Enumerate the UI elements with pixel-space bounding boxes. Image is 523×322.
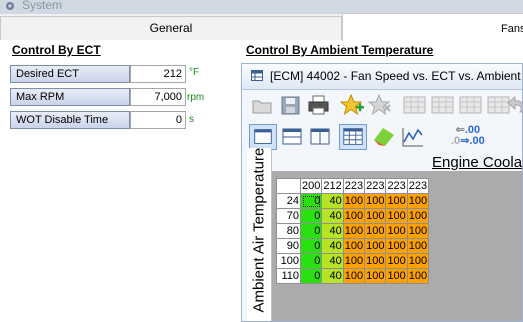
wot-disable-time-field[interactable]: 0 xyxy=(130,111,186,129)
desired-ect-field[interactable]: 212 xyxy=(130,65,186,83)
table-cell[interactable]: 100 xyxy=(364,268,387,284)
window-title: System xyxy=(22,0,63,12)
fan-speed-table: 200 212 223 223 223 223 24 0 40 100 100 … xyxy=(276,178,430,284)
max-rpm-unit: rpm xyxy=(187,92,205,103)
table-row: 80 0 40 100 100 100 100 xyxy=(276,223,430,239)
table-icon xyxy=(251,70,263,81)
table-cell[interactable]: 100 xyxy=(406,238,430,254)
table-cell[interactable]: 100 xyxy=(342,208,366,224)
table-cell[interactable]: 100 xyxy=(385,193,408,209)
favorite-add-icon[interactable] xyxy=(340,93,365,117)
x-axis-title: Engine Coolant Temperature xyxy=(432,154,523,171)
wot-disable-time-label: WOT Disable Time xyxy=(10,111,130,129)
table-corner xyxy=(276,178,301,194)
table-cell[interactable]: 0 xyxy=(299,208,323,224)
ambient-group-title: Control By Ambient Temperature xyxy=(246,43,434,57)
table-cell[interactable]: 100 xyxy=(385,253,408,269)
table-row: 24 0 40 100 100 100 100 xyxy=(276,193,430,209)
column-header[interactable]: 212 xyxy=(321,178,344,194)
view-grid-icon[interactable] xyxy=(339,124,367,150)
table-row: 100 0 40 100 100 100 100 xyxy=(276,253,430,269)
table-cell[interactable]: 0 xyxy=(299,223,323,239)
row-header[interactable]: 70 xyxy=(276,208,301,224)
column-header[interactable]: 200 xyxy=(299,178,323,194)
table-cell[interactable]: 40 xyxy=(321,268,344,284)
table-cell[interactable]: 100 xyxy=(406,253,430,269)
view-table-icon[interactable] xyxy=(249,124,277,150)
table-cell[interactable]: 100 xyxy=(364,238,387,254)
table-cell[interactable]: 100 xyxy=(364,223,387,239)
table-cell[interactable]: 100 xyxy=(406,208,430,224)
table-cell[interactable]: 40 xyxy=(321,238,344,254)
table-cell[interactable]: 40 xyxy=(321,253,344,269)
max-rpm-field[interactable]: 7,000 xyxy=(130,88,186,106)
view-columns-icon[interactable] xyxy=(306,124,334,150)
table-cell[interactable]: 100 xyxy=(385,238,408,254)
favorite-remove-icon[interactable] xyxy=(368,93,393,117)
row-header[interactable]: 110 xyxy=(276,268,301,284)
table-cell[interactable]: 100 xyxy=(385,268,408,284)
print-icon[interactable] xyxy=(306,93,331,117)
table-cell[interactable]: 0 xyxy=(299,268,323,284)
save-icon[interactable] xyxy=(278,93,303,117)
table-row: 110 0 40 100 100 100 100 xyxy=(276,268,430,284)
desired-ect-unit: °F xyxy=(189,67,200,78)
column-header[interactable]: 223 xyxy=(364,178,387,194)
table-cell[interactable]: 100 xyxy=(406,223,430,239)
table-cell[interactable]: 100 xyxy=(364,253,387,269)
table-cell[interactable]: 100 xyxy=(342,223,366,239)
table-cell[interactable]: 100 xyxy=(342,238,366,254)
table-row: 70 0 40 100 100 100 100 xyxy=(276,208,430,224)
tab-fans[interactable]: Fans xyxy=(342,13,523,41)
undo-icon[interactable] xyxy=(504,93,523,117)
column-header[interactable]: 223 xyxy=(406,178,430,194)
table-row: 90 0 40 100 100 100 100 xyxy=(276,238,430,254)
column-header-row: 200 212 223 223 223 223 xyxy=(276,178,430,194)
desired-ect-label: Desired ECT xyxy=(10,65,130,83)
window-titlebar xyxy=(0,0,523,14)
table-editor-window: [ECM] 44002 - Fan Speed vs. ECT vs. Ambi… xyxy=(241,63,523,322)
row-header[interactable]: 100 xyxy=(276,253,301,269)
ect-group-title: Control By ECT xyxy=(12,43,101,57)
tab-general[interactable]: General xyxy=(0,16,342,40)
table-cell[interactable]: 0 xyxy=(299,253,323,269)
view-3d-icon[interactable] xyxy=(370,124,398,150)
table-window-title: [ECM] 44002 - Fan Speed vs. ECT vs. Ambi… xyxy=(270,69,522,83)
table-cell[interactable]: 100 xyxy=(385,223,408,239)
row-header[interactable]: 90 xyxy=(276,238,301,254)
open-icon[interactable] xyxy=(250,93,275,117)
table-cell[interactable]: 0 xyxy=(299,238,323,254)
grid-icon[interactable] xyxy=(458,93,483,117)
view-rows-icon[interactable] xyxy=(278,124,306,150)
table-cell[interactable]: 100 xyxy=(406,268,430,284)
decimal-increase-button[interactable]: ⇐.00 .0⇒.00 xyxy=(451,125,485,147)
table-cell[interactable]: 0 xyxy=(299,193,323,209)
row-header[interactable]: 24 xyxy=(276,193,301,209)
table-cell[interactable]: 40 xyxy=(321,208,344,224)
y-axis-title: Ambient Air Temperature (°F) xyxy=(250,148,268,313)
wot-disable-time-unit: s xyxy=(189,114,194,125)
row-header[interactable]: 80 xyxy=(276,223,301,239)
max-rpm-label: Max RPM xyxy=(10,88,130,106)
grid-icon[interactable] xyxy=(402,93,427,117)
table-cell[interactable]: 100 xyxy=(342,268,366,284)
table-cell[interactable]: 100 xyxy=(342,193,366,209)
table-cell[interactable]: 40 xyxy=(321,193,344,209)
view-graph-icon[interactable] xyxy=(399,124,427,150)
column-header[interactable]: 223 xyxy=(342,178,366,194)
grid-icon[interactable] xyxy=(430,93,455,117)
y-axis-title-panel: Ambient Air Temperature (°F) xyxy=(247,148,272,321)
table-cell[interactable]: 100 xyxy=(364,193,387,209)
gear-icon xyxy=(6,2,14,10)
table-cell[interactable]: 100 xyxy=(364,208,387,224)
table-cell[interactable]: 100 xyxy=(406,193,430,209)
table-cell[interactable]: 40 xyxy=(321,223,344,239)
table-cell[interactable]: 100 xyxy=(385,208,408,224)
column-header[interactable]: 223 xyxy=(385,178,408,194)
table-cell[interactable]: 100 xyxy=(342,253,366,269)
